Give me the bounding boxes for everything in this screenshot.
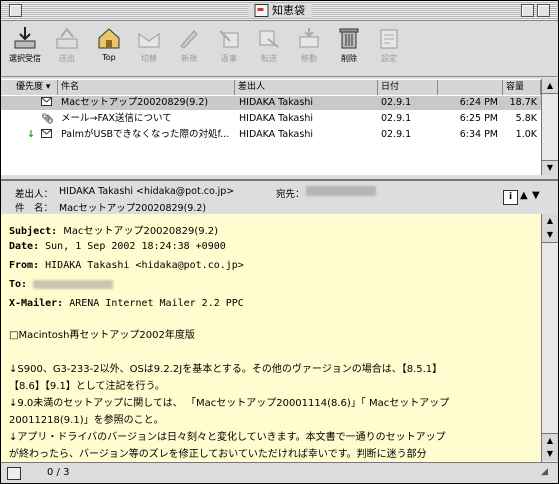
pencil-icon <box>180 30 198 49</box>
scroll-up-icon[interactable]: ▲ <box>542 214 558 229</box>
message-header-pane: 差出人： HIDAKA Takashi <hidaka@pot.co.jp> 宛… <box>1 179 558 216</box>
body-scrollbar[interactable]: ▲ ▼ ▲ ▼ <box>541 214 558 462</box>
forward-button[interactable]: 転送 <box>249 25 289 64</box>
top-button[interactable]: Top <box>89 25 129 62</box>
to-value-redacted <box>306 186 376 196</box>
reply-button[interactable]: 返事 <box>209 25 249 64</box>
to-redacted <box>33 279 114 289</box>
panel-toggle-icon[interactable] <box>7 467 21 480</box>
paperclip-icon: 📎︎ <box>41 114 54 125</box>
column-time[interactable] <box>438 80 503 95</box>
list-scrollbar[interactable]: ▲ ▼ <box>541 79 558 175</box>
status-bar: 0 / 3 ◢ <box>1 462 558 483</box>
message-list-header: 優先度 ▾ 件名 差出人 日付 容量 <box>1 79 558 96</box>
column-sender[interactable]: 差出人 <box>235 80 378 95</box>
column-date[interactable]: 日付 <box>378 80 438 95</box>
settings-icon <box>380 29 398 49</box>
move-button[interactable]: 移動 <box>289 25 329 64</box>
message-row[interactable]: Macセットアップ20020829(9.2) HIDAKA Takashi 02… <box>1 96 541 110</box>
outbox-icon <box>56 27 78 49</box>
green-down-arrow-icon: ↓ <box>27 129 35 140</box>
column-priority[interactable]: 優先度 ▾ <box>13 80 58 95</box>
app-icon <box>254 4 268 17</box>
close-box-icon[interactable] <box>9 4 22 17</box>
mail-window: 知恵袋 選択受信 送出 Top 切替 新規 返事 転送 移動 削除 設定 優先度… <box>0 0 559 484</box>
forward-icon <box>259 30 279 48</box>
home-icon <box>98 28 120 49</box>
title-bar[interactable]: 知恵袋 <box>1 1 558 21</box>
column-subject[interactable]: 件名 <box>58 80 235 95</box>
column-size[interactable]: 容量 <box>503 80 541 95</box>
envelope-icon <box>41 97 52 111</box>
download-tray-icon <box>14 27 36 49</box>
move-icon <box>299 28 319 48</box>
switch-button[interactable]: 切替 <box>129 25 169 64</box>
down-arrow-icon[interactable]: ▼ <box>532 190 540 201</box>
message-row[interactable]: 📎︎ メール→FAX送信について HIDAKA Takashi 02.9.1 6… <box>1 112 541 126</box>
scroll-down-icon[interactable]: ▼ <box>542 228 558 243</box>
message-list: Macセットアップ20020829(9.2) HIDAKA Takashi 02… <box>1 95 541 175</box>
receive-button[interactable]: 選択受信 <box>5 25 45 64</box>
message-row[interactable]: ↓ PalmがUSBできなくなった際の対処f... HIDAKA Takashi… <box>1 128 541 142</box>
new-button[interactable]: 新規 <box>169 25 209 64</box>
scroll-down-icon[interactable]: ▼ <box>542 447 558 461</box>
window-title: 知恵袋 <box>248 3 311 18</box>
message-body[interactable]: Subject: Macセットアップ20020829(9.2) Date: Su… <box>1 214 541 462</box>
collapse-box-icon[interactable] <box>537 4 550 17</box>
send-button[interactable]: 送出 <box>47 25 87 64</box>
delete-button[interactable]: 削除 <box>329 25 369 64</box>
settings-button[interactable]: 設定 <box>369 25 409 64</box>
envelope-switch-icon <box>138 33 160 48</box>
info-icon[interactable]: i <box>503 190 518 205</box>
reply-icon <box>219 30 239 48</box>
scroll-up-icon[interactable]: ▲ <box>542 79 558 94</box>
envelope-icon <box>41 129 52 143</box>
resize-grip-icon[interactable]: ◢ <box>541 467 548 477</box>
toolbar: 選択受信 送出 Top 切替 新規 返事 転送 移動 削除 設定 <box>1 21 558 77</box>
scroll-down-icon[interactable]: ▼ <box>542 160 558 175</box>
trash-icon <box>339 28 359 49</box>
up-arrow-icon[interactable]: ▲ <box>520 190 528 201</box>
zoom-box-icon[interactable] <box>521 4 534 17</box>
